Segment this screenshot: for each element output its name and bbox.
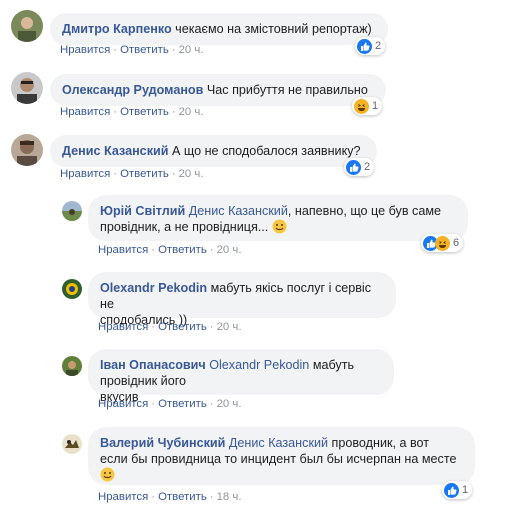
comment-actions: Нравится · Ответить · 20 ч. bbox=[60, 106, 204, 118]
separator: · bbox=[171, 168, 176, 180]
reply-link[interactable]: Ответить bbox=[158, 321, 207, 333]
reaction-summary[interactable]: 1 bbox=[442, 481, 473, 499]
comment-bubble: Іван Опанасович Olexandr Pekodin мабуть … bbox=[88, 349, 394, 404]
comment-actions: Нравится · Ответить · 20 ч. bbox=[98, 398, 242, 410]
reaction-summary[interactable]: 2 bbox=[344, 158, 375, 176]
comment-bubble: Olexandr Pekodin мабуть якісь послуг і с… bbox=[88, 272, 396, 327]
separator: · bbox=[209, 244, 214, 256]
reply-link[interactable]: Ответить bbox=[158, 244, 207, 256]
comment-author[interactable]: Олександр Рудоманов bbox=[62, 83, 203, 97]
comment-bubble: Юрій Світлий Денис Казанский, напевно, щ… bbox=[88, 195, 468, 241]
haha-icon bbox=[435, 235, 450, 251]
comment-author[interactable]: Іван Опанасович bbox=[100, 358, 206, 372]
timestamp[interactable]: 20 ч. bbox=[217, 244, 242, 256]
haha-icon bbox=[354, 98, 369, 114]
comment-author[interactable]: Валерий Чубинский bbox=[100, 436, 225, 450]
comment-bubble: Валерий Чубинский Денис Казанский провод… bbox=[88, 427, 475, 485]
separator: · bbox=[209, 321, 214, 333]
comment-text: проводник, а вот bbox=[331, 436, 430, 450]
reply-link[interactable]: Ответить bbox=[120, 44, 169, 56]
avatar[interactable] bbox=[62, 434, 82, 454]
reaction-count: 1 bbox=[462, 484, 469, 496]
timestamp[interactable]: 20 ч. bbox=[179, 168, 204, 180]
separator: · bbox=[171, 44, 176, 56]
comment-text: А що не сподобалося заявнику? bbox=[171, 144, 361, 158]
avatar[interactable] bbox=[62, 356, 82, 376]
like-link[interactable]: Нравится bbox=[98, 491, 148, 503]
reply-link[interactable]: Ответить bbox=[120, 106, 169, 118]
like-icon bbox=[357, 38, 372, 54]
smile-emoji bbox=[272, 219, 287, 234]
comment-author[interactable]: Денис Казанский bbox=[62, 144, 168, 158]
comment-actions: Нравится · Ответить · 20 ч. bbox=[60, 168, 204, 180]
separator: · bbox=[113, 168, 118, 180]
timestamp[interactable]: 18 ч. bbox=[217, 491, 242, 503]
mention-link[interactable]: Денис Казанский bbox=[229, 436, 328, 450]
reaction-count: 2 bbox=[364, 161, 371, 173]
comment-author[interactable]: Olexandr Pekodin bbox=[100, 281, 207, 295]
separator: · bbox=[113, 106, 118, 118]
avatar[interactable] bbox=[11, 10, 43, 42]
mention-link[interactable]: Olexandr Pekodin bbox=[209, 358, 309, 372]
comment-actions: Нравится · Ответить · 20 ч. bbox=[60, 44, 204, 56]
comment-text: чекаємо на змістовний репортаж) bbox=[175, 22, 372, 36]
reaction-summary[interactable]: 1 bbox=[352, 97, 383, 115]
like-icon bbox=[346, 159, 361, 175]
avatar[interactable] bbox=[62, 201, 82, 221]
separator: · bbox=[171, 106, 176, 118]
separator: · bbox=[209, 491, 214, 503]
comment-bubble: Денис Казанский А що не сподобалося заяв… bbox=[50, 135, 377, 167]
reaction-count: 2 bbox=[375, 40, 382, 52]
like-link[interactable]: Нравится bbox=[98, 321, 148, 333]
separator: · bbox=[113, 44, 118, 56]
avatar[interactable] bbox=[11, 72, 43, 104]
avatar[interactable] bbox=[11, 134, 43, 166]
comment-bubble: Олександр Рудоманов Час прибуття не прав… bbox=[50, 74, 386, 106]
comment-text: Час прибуття не правильно bbox=[206, 83, 368, 97]
avatar[interactable] bbox=[62, 279, 82, 299]
like-icon bbox=[444, 482, 459, 498]
like-link[interactable]: Нравится bbox=[98, 244, 148, 256]
separator: · bbox=[151, 321, 156, 333]
separator: · bbox=[151, 244, 156, 256]
comment-author[interactable]: Дмитро Карпенко bbox=[62, 22, 172, 36]
mention-link[interactable]: Денис Казанский bbox=[189, 204, 288, 218]
separator: · bbox=[151, 398, 156, 410]
comment-actions: Нравится · Ответить · 18 ч. bbox=[98, 491, 242, 503]
like-link[interactable]: Нравится bbox=[60, 106, 110, 118]
timestamp[interactable]: 20 ч. bbox=[179, 44, 204, 56]
reaction-count: 6 bbox=[453, 237, 460, 249]
like-link[interactable]: Нравится bbox=[60, 168, 110, 180]
timestamp[interactable]: 20 ч. bbox=[217, 398, 242, 410]
reaction-summary[interactable]: 2 bbox=[355, 37, 386, 55]
timestamp[interactable]: 20 ч. bbox=[217, 321, 242, 333]
reaction-count: 1 bbox=[372, 100, 379, 112]
reply-link[interactable]: Ответить bbox=[158, 491, 207, 503]
comment-text: если бы провидница то инцидент был бы ис… bbox=[100, 452, 457, 466]
separator: · bbox=[151, 491, 156, 503]
comment-actions: Нравится · Ответить · 20 ч. bbox=[98, 244, 242, 256]
comment-text: провідник, а не провідниця... bbox=[100, 220, 269, 234]
comment-actions: Нравится · Ответить · 20 ч. bbox=[98, 321, 242, 333]
comment-bubble: Дмитро Карпенко чекаємо на змістовний ре… bbox=[50, 13, 388, 45]
timestamp[interactable]: 20 ч. bbox=[179, 106, 204, 118]
comment-text: , напевно, що це був саме bbox=[287, 204, 442, 218]
reply-link[interactable]: Ответить bbox=[120, 168, 169, 180]
like-link[interactable]: Нравится bbox=[98, 398, 148, 410]
reply-link[interactable]: Ответить bbox=[158, 398, 207, 410]
smile-emoji bbox=[100, 467, 115, 482]
separator: · bbox=[209, 398, 214, 410]
comment-author[interactable]: Юрій Світлий bbox=[100, 204, 185, 218]
reaction-summary[interactable]: 6 bbox=[421, 234, 464, 252]
like-link[interactable]: Нравится bbox=[60, 44, 110, 56]
